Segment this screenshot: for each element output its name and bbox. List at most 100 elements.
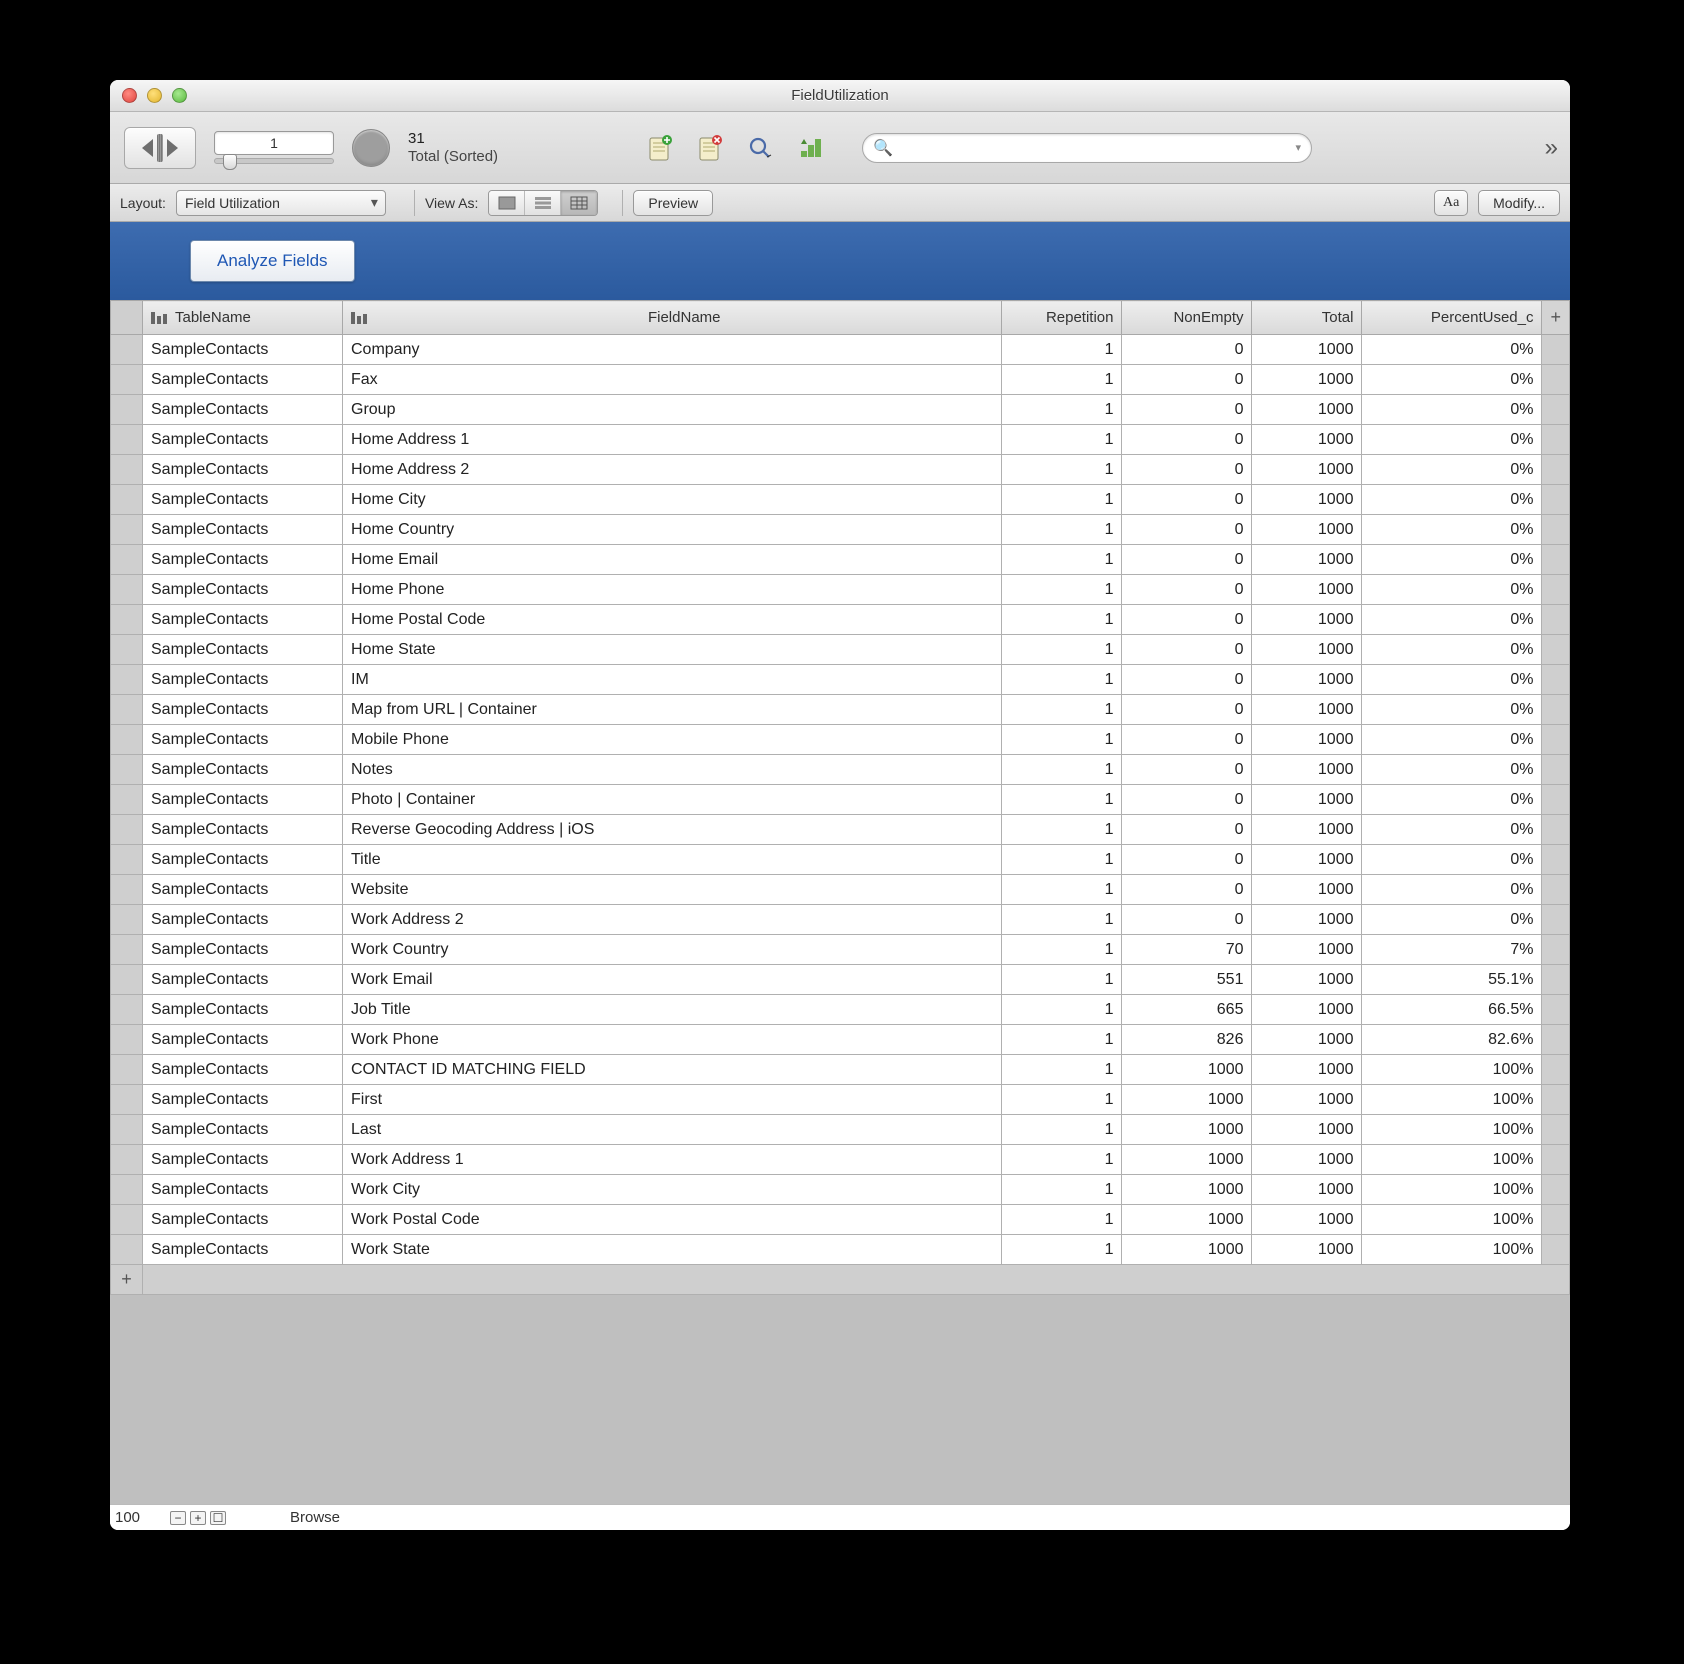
cell-nonempty[interactable]: 0 [1122,425,1252,455]
cell-table[interactable]: SampleContacts [143,815,343,845]
cell-table[interactable]: SampleContacts [143,665,343,695]
row-handle[interactable] [111,785,143,815]
cell-total[interactable]: 1000 [1252,485,1362,515]
cell-total[interactable]: 1000 [1252,545,1362,575]
cell-nonempty[interactable]: 0 [1122,635,1252,665]
cell-nonempty[interactable]: 0 [1122,695,1252,725]
cell-repetition[interactable]: 1 [1002,845,1122,875]
cell-nonempty[interactable]: 1000 [1122,1235,1252,1265]
cell-percent[interactable]: 0% [1362,695,1542,725]
table-row[interactable]: SampleContactsHome City1010000% [111,485,1570,515]
cell-percent[interactable]: 0% [1362,425,1542,455]
row-handle[interactable] [111,875,143,905]
cell-percent[interactable]: 0% [1362,815,1542,845]
cell-field[interactable]: Home City [343,485,1002,515]
table-row[interactable]: SampleContactsPhoto | Container1010000% [111,785,1570,815]
layout-select[interactable]: Field Utilization [176,190,386,216]
cell-field[interactable]: Notes [343,755,1002,785]
cell-field[interactable]: Work Phone [343,1025,1002,1055]
cell-percent[interactable]: 100% [1362,1115,1542,1145]
table-row[interactable]: SampleContactsIM1010000% [111,665,1570,695]
cell-repetition[interactable]: 1 [1002,665,1122,695]
table-row[interactable]: SampleContactsCompany1010000% [111,335,1570,365]
col-header-repetition[interactable]: Repetition [1002,301,1122,335]
cell-field[interactable]: Work Address 1 [343,1145,1002,1175]
row-handle[interactable] [111,545,143,575]
cell-percent[interactable]: 0% [1362,335,1542,365]
table-row[interactable]: SampleContactsHome Postal Code1010000% [111,605,1570,635]
cell-repetition[interactable]: 1 [1002,605,1122,635]
cell-nonempty[interactable]: 1000 [1122,1175,1252,1205]
cell-table[interactable]: SampleContacts [143,485,343,515]
cell-total[interactable]: 1000 [1252,965,1362,995]
table-row[interactable]: SampleContactsGroup1010000% [111,395,1570,425]
row-handle[interactable] [111,1085,143,1115]
table-row[interactable]: SampleContactsWork Phone1826100082.6% [111,1025,1570,1055]
cell-field[interactable]: Fax [343,365,1002,395]
cell-field[interactable]: Job Title [343,995,1002,1025]
cell-field[interactable]: Home Postal Code [343,605,1002,635]
row-handle[interactable] [111,815,143,845]
cell-table[interactable]: SampleContacts [143,365,343,395]
row-handle[interactable] [111,1115,143,1145]
table-row[interactable]: SampleContactsFirst110001000100% [111,1085,1570,1115]
cell-repetition[interactable]: 1 [1002,395,1122,425]
cell-percent[interactable]: 100% [1362,1085,1542,1115]
cell-repetition[interactable]: 1 [1002,335,1122,365]
cell-repetition[interactable]: 1 [1002,365,1122,395]
cell-table[interactable]: SampleContacts [143,1085,343,1115]
cell-nonempty[interactable]: 1000 [1122,1205,1252,1235]
cell-total[interactable]: 1000 [1252,1205,1362,1235]
overflow-icon[interactable]: » [1545,134,1556,162]
cell-total[interactable]: 1000 [1252,695,1362,725]
row-handle[interactable] [111,1205,143,1235]
table-row[interactable]: SampleContactsHome Country1010000% [111,515,1570,545]
table-row[interactable]: SampleContactsFax1010000% [111,365,1570,395]
cell-field[interactable]: Map from URL | Container [343,695,1002,725]
table-row[interactable]: SampleContactsWebsite1010000% [111,875,1570,905]
status-toggle-icon[interactable]: ☐ [210,1511,226,1525]
row-handle[interactable] [111,695,143,725]
row-handle[interactable] [111,935,143,965]
cell-field[interactable]: Last [343,1115,1002,1145]
cell-table[interactable]: SampleContacts [143,515,343,545]
cell-percent[interactable]: 0% [1362,365,1542,395]
cell-total[interactable]: 1000 [1252,1235,1362,1265]
cell-percent[interactable]: 100% [1362,1055,1542,1085]
cell-repetition[interactable]: 1 [1002,455,1122,485]
cell-total[interactable]: 1000 [1252,365,1362,395]
cell-field[interactable]: Home Email [343,545,1002,575]
cell-repetition[interactable]: 1 [1002,875,1122,905]
zoom-level[interactable]: 100 [112,1509,156,1526]
row-handle[interactable] [111,1025,143,1055]
cell-total[interactable]: 1000 [1252,755,1362,785]
cell-repetition[interactable]: 1 [1002,905,1122,935]
cell-repetition[interactable]: 1 [1002,755,1122,785]
cell-percent[interactable]: 0% [1362,485,1542,515]
table-row[interactable]: SampleContactsWork State110001000100% [111,1235,1570,1265]
cell-nonempty[interactable]: 0 [1122,755,1252,785]
cell-repetition[interactable]: 1 [1002,785,1122,815]
cell-field[interactable]: Reverse Geocoding Address | iOS [343,815,1002,845]
row-handle[interactable] [111,635,143,665]
cell-table[interactable]: SampleContacts [143,1235,343,1265]
cell-table[interactable]: SampleContacts [143,995,343,1025]
cell-table[interactable]: SampleContacts [143,425,343,455]
cell-percent[interactable]: 0% [1362,395,1542,425]
table-row[interactable]: SampleContactsCONTACT ID MATCHING FIELD1… [111,1055,1570,1085]
cell-percent[interactable]: 0% [1362,725,1542,755]
cell-table[interactable]: SampleContacts [143,935,343,965]
cell-nonempty[interactable]: 0 [1122,875,1252,905]
col-header-field[interactable]: FieldName [343,301,1002,335]
cell-repetition[interactable]: 1 [1002,1025,1122,1055]
cell-total[interactable]: 1000 [1252,395,1362,425]
cell-table[interactable]: SampleContacts [143,545,343,575]
table-row[interactable]: SampleContactsLast110001000100% [111,1115,1570,1145]
delete-record-icon[interactable] [696,133,724,163]
cell-nonempty[interactable]: 1000 [1122,1145,1252,1175]
cell-repetition[interactable]: 1 [1002,635,1122,665]
cell-percent[interactable]: 100% [1362,1175,1542,1205]
cell-total[interactable]: 1000 [1252,335,1362,365]
dropdown-icon[interactable]: ▾ [1296,141,1302,154]
cell-table[interactable]: SampleContacts [143,755,343,785]
